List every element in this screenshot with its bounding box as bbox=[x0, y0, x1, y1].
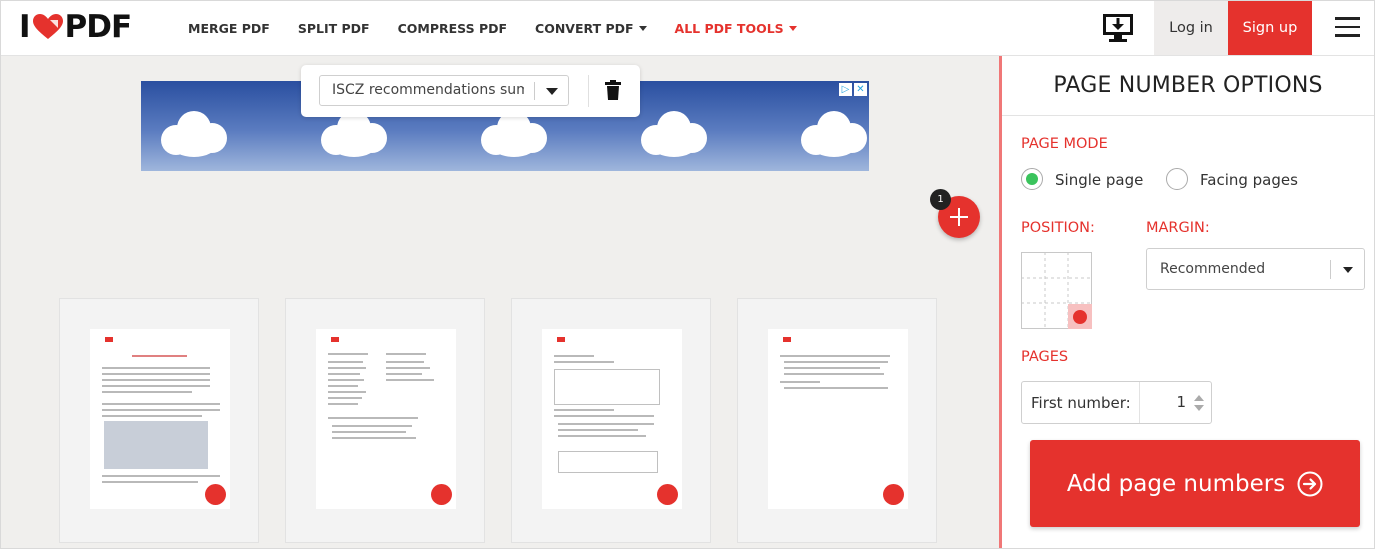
pages-label: PAGES bbox=[1021, 349, 1069, 365]
trash-icon[interactable] bbox=[605, 80, 621, 100]
page-number-marker bbox=[657, 484, 678, 505]
first-number-field: First number: 1 bbox=[1021, 381, 1212, 424]
page-thumbnail-4[interactable] bbox=[737, 298, 937, 543]
facing-pages-label[interactable]: Facing pages bbox=[1200, 171, 1298, 189]
cloud-graphic bbox=[801, 109, 867, 157]
top-header: I PDF MERGE PDF SPLIT PDF COMPRESS PDF C… bbox=[1, 1, 1374, 56]
spin-down-icon[interactable] bbox=[1194, 405, 1204, 411]
page-number-marker bbox=[883, 484, 904, 505]
add-page-numbers-label: Add page numbers bbox=[1066, 470, 1286, 497]
file-count-badge: 1 bbox=[930, 189, 951, 210]
caret-down-icon bbox=[638, 25, 647, 31]
position-label: POSITION: bbox=[1021, 220, 1095, 236]
chevron-down-icon bbox=[546, 88, 558, 95]
page-number-marker bbox=[205, 484, 226, 505]
spin-up-icon[interactable] bbox=[1194, 395, 1204, 401]
ilovepdf-logo[interactable]: I PDF bbox=[19, 9, 133, 45]
first-number-label: First number: bbox=[1031, 394, 1131, 412]
nav-label: MERGE PDF bbox=[188, 20, 270, 36]
signup-button[interactable]: Sign up bbox=[1228, 1, 1312, 55]
single-page-label[interactable]: Single page bbox=[1055, 171, 1143, 189]
heart-icon bbox=[32, 14, 63, 39]
hamburger-menu-icon[interactable] bbox=[1335, 17, 1360, 39]
nav-compress-pdf[interactable]: COMPRESS PDF bbox=[398, 21, 507, 36]
file-select-dropdown[interactable]: ISCZ recommendations summary bbox=[319, 75, 569, 106]
page-thumbnail-2[interactable] bbox=[285, 298, 485, 543]
sidebar-title: PAGE NUMBER OPTIONS bbox=[1002, 56, 1374, 116]
nav-label: SPLIT PDF bbox=[297, 20, 370, 36]
first-number-input[interactable]: 1 bbox=[1139, 382, 1212, 423]
desktop-download-icon[interactable] bbox=[1101, 11, 1135, 45]
cloud-graphic bbox=[161, 109, 227, 157]
logo-letter-i: I bbox=[19, 9, 31, 45]
login-button[interactable]: Log in bbox=[1154, 1, 1228, 55]
nav-label: COMPRESS PDF bbox=[397, 20, 508, 36]
app-window: I PDF MERGE PDF SPLIT PDF COMPRESS PDF C… bbox=[0, 0, 1375, 549]
page-thumbnail-3[interactable] bbox=[511, 298, 711, 543]
page-preview bbox=[768, 329, 908, 509]
logo-letters-pdf: PDF bbox=[64, 9, 133, 45]
nav-label: CONVERT PDF bbox=[535, 20, 634, 36]
main-nav: MERGE PDF SPLIT PDF COMPRESS PDF CONVERT… bbox=[188, 1, 825, 55]
margin-select-dropdown[interactable]: Recommended bbox=[1146, 248, 1365, 290]
arrow-right-circle-icon bbox=[1297, 471, 1323, 496]
facing-pages-radio[interactable] bbox=[1166, 168, 1188, 190]
nav-convert-pdf[interactable]: CONVERT PDF bbox=[535, 21, 647, 36]
page-preview bbox=[90, 329, 230, 509]
first-number-value: 1 bbox=[1176, 393, 1186, 411]
page-preview bbox=[542, 329, 682, 509]
nav-split-pdf[interactable]: SPLIT PDF bbox=[298, 21, 370, 36]
add-page-numbers-button[interactable]: Add page numbers bbox=[1030, 440, 1360, 527]
ad-choices-badge[interactable]: ▷ ✕ bbox=[839, 83, 867, 96]
margin-label: MARGIN: bbox=[1146, 220, 1210, 236]
select-divider bbox=[534, 82, 535, 100]
ad-info-icon[interactable]: ▷ bbox=[839, 83, 852, 96]
file-popover: ISCZ recommendations summary bbox=[301, 65, 640, 117]
position-selected-dot bbox=[1073, 310, 1087, 324]
file-select-value: ISCZ recommendations summary bbox=[332, 82, 524, 98]
page-mode-label: PAGE MODE bbox=[1021, 136, 1108, 152]
select-divider bbox=[1330, 260, 1331, 279]
page-preview bbox=[316, 329, 456, 509]
nav-label: ALL PDF TOOLS bbox=[674, 20, 784, 36]
nav-merge-pdf[interactable]: MERGE PDF bbox=[188, 21, 270, 36]
caret-down-icon bbox=[788, 25, 797, 31]
popover-divider bbox=[588, 75, 589, 107]
nav-all-pdf-tools[interactable]: ALL PDF TOOLS bbox=[675, 21, 797, 36]
options-sidebar: PAGE NUMBER OPTIONS PAGE MODE Single pag… bbox=[999, 56, 1374, 548]
position-grid[interactable] bbox=[1021, 252, 1092, 329]
single-page-radio[interactable] bbox=[1021, 168, 1043, 190]
chevron-down-icon bbox=[1343, 267, 1353, 273]
page-thumbnail-1[interactable] bbox=[59, 298, 259, 543]
page-number-marker bbox=[431, 484, 452, 505]
cloud-graphic bbox=[641, 109, 707, 157]
pages-workspace: ▷ ✕ ISCZ recommendations summary 1 bbox=[1, 56, 999, 548]
margin-select-value: Recommended bbox=[1160, 261, 1266, 277]
ad-close-icon[interactable]: ✕ bbox=[854, 83, 867, 96]
